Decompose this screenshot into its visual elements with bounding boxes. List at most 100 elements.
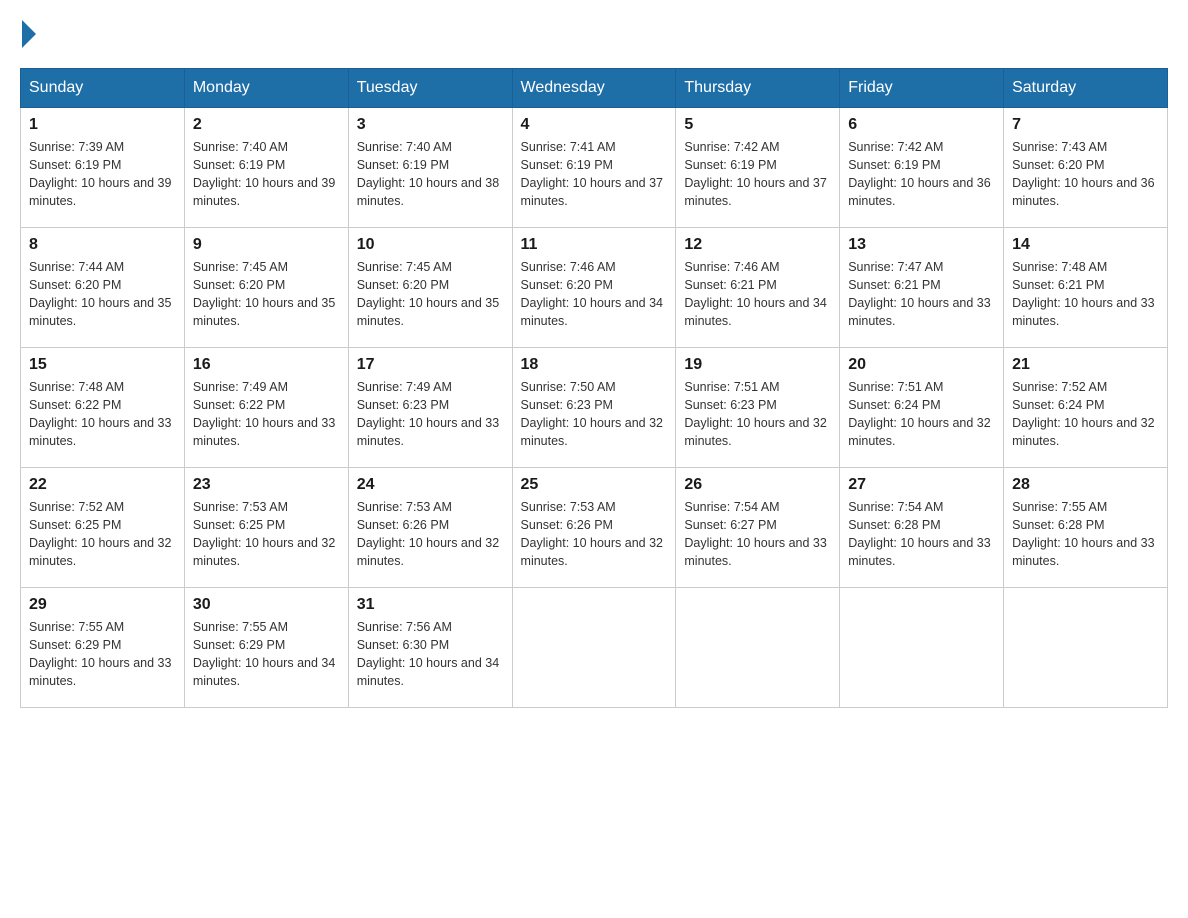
day-info: Sunrise: 7:45 AMSunset: 6:20 PMDaylight:… [357,258,504,331]
calendar-cell: 3 Sunrise: 7:40 AMSunset: 6:19 PMDayligh… [348,108,512,228]
day-number: 10 [357,236,504,254]
calendar-cell: 27 Sunrise: 7:54 AMSunset: 6:28 PMDaylig… [840,468,1004,588]
page-header [20,20,1168,48]
day-number: 25 [521,476,668,494]
day-info: Sunrise: 7:48 AMSunset: 6:21 PMDaylight:… [1012,258,1159,331]
day-info: Sunrise: 7:51 AMSunset: 6:24 PMDaylight:… [848,378,995,451]
calendar-cell: 10 Sunrise: 7:45 AMSunset: 6:20 PMDaylig… [348,228,512,348]
day-info: Sunrise: 7:54 AMSunset: 6:27 PMDaylight:… [684,498,831,571]
day-number: 30 [193,596,340,614]
day-info: Sunrise: 7:42 AMSunset: 6:19 PMDaylight:… [684,138,831,211]
day-info: Sunrise: 7:43 AMSunset: 6:20 PMDaylight:… [1012,138,1159,211]
day-number: 15 [29,356,176,374]
day-info: Sunrise: 7:46 AMSunset: 6:20 PMDaylight:… [521,258,668,331]
calendar-table: SundayMondayTuesdayWednesdayThursdayFrid… [20,68,1168,708]
day-number: 12 [684,236,831,254]
calendar-cell [840,588,1004,708]
calendar-cell: 7 Sunrise: 7:43 AMSunset: 6:20 PMDayligh… [1004,108,1168,228]
day-info: Sunrise: 7:39 AMSunset: 6:19 PMDaylight:… [29,138,176,211]
calendar-cell: 20 Sunrise: 7:51 AMSunset: 6:24 PMDaylig… [840,348,1004,468]
calendar-week-row: 15 Sunrise: 7:48 AMSunset: 6:22 PMDaylig… [21,348,1168,468]
day-info: Sunrise: 7:55 AMSunset: 6:28 PMDaylight:… [1012,498,1159,571]
calendar-header-tuesday: Tuesday [348,69,512,108]
day-info: Sunrise: 7:40 AMSunset: 6:19 PMDaylight:… [357,138,504,211]
calendar-header-row: SundayMondayTuesdayWednesdayThursdayFrid… [21,69,1168,108]
day-number: 4 [521,116,668,134]
logo-arrow-icon [22,20,36,48]
day-info: Sunrise: 7:41 AMSunset: 6:19 PMDaylight:… [521,138,668,211]
calendar-cell: 28 Sunrise: 7:55 AMSunset: 6:28 PMDaylig… [1004,468,1168,588]
calendar-cell: 19 Sunrise: 7:51 AMSunset: 6:23 PMDaylig… [676,348,840,468]
calendar-cell: 17 Sunrise: 7:49 AMSunset: 6:23 PMDaylig… [348,348,512,468]
day-number: 22 [29,476,176,494]
day-number: 24 [357,476,504,494]
day-info: Sunrise: 7:51 AMSunset: 6:23 PMDaylight:… [684,378,831,451]
day-info: Sunrise: 7:48 AMSunset: 6:22 PMDaylight:… [29,378,176,451]
day-info: Sunrise: 7:49 AMSunset: 6:22 PMDaylight:… [193,378,340,451]
calendar-cell: 1 Sunrise: 7:39 AMSunset: 6:19 PMDayligh… [21,108,185,228]
day-number: 31 [357,596,504,614]
calendar-cell: 31 Sunrise: 7:56 AMSunset: 6:30 PMDaylig… [348,588,512,708]
calendar-header-thursday: Thursday [676,69,840,108]
day-info: Sunrise: 7:40 AMSunset: 6:19 PMDaylight:… [193,138,340,211]
day-number: 3 [357,116,504,134]
calendar-header-sunday: Sunday [21,69,185,108]
day-number: 23 [193,476,340,494]
calendar-cell: 12 Sunrise: 7:46 AMSunset: 6:21 PMDaylig… [676,228,840,348]
calendar-cell: 15 Sunrise: 7:48 AMSunset: 6:22 PMDaylig… [21,348,185,468]
calendar-cell: 25 Sunrise: 7:53 AMSunset: 6:26 PMDaylig… [512,468,676,588]
calendar-cell: 13 Sunrise: 7:47 AMSunset: 6:21 PMDaylig… [840,228,1004,348]
day-number: 27 [848,476,995,494]
day-number: 5 [684,116,831,134]
calendar-cell: 18 Sunrise: 7:50 AMSunset: 6:23 PMDaylig… [512,348,676,468]
calendar-cell [512,588,676,708]
calendar-week-row: 8 Sunrise: 7:44 AMSunset: 6:20 PMDayligh… [21,228,1168,348]
calendar-cell: 16 Sunrise: 7:49 AMSunset: 6:22 PMDaylig… [184,348,348,468]
day-number: 21 [1012,356,1159,374]
day-number: 28 [1012,476,1159,494]
day-number: 6 [848,116,995,134]
calendar-cell [1004,588,1168,708]
day-info: Sunrise: 7:53 AMSunset: 6:26 PMDaylight:… [521,498,668,571]
logo [20,20,38,48]
calendar-cell: 2 Sunrise: 7:40 AMSunset: 6:19 PMDayligh… [184,108,348,228]
calendar-cell: 30 Sunrise: 7:55 AMSunset: 6:29 PMDaylig… [184,588,348,708]
calendar-cell: 8 Sunrise: 7:44 AMSunset: 6:20 PMDayligh… [21,228,185,348]
calendar-cell: 29 Sunrise: 7:55 AMSunset: 6:29 PMDaylig… [21,588,185,708]
calendar-cell: 21 Sunrise: 7:52 AMSunset: 6:24 PMDaylig… [1004,348,1168,468]
calendar-header-wednesday: Wednesday [512,69,676,108]
calendar-week-row: 22 Sunrise: 7:52 AMSunset: 6:25 PMDaylig… [21,468,1168,588]
day-info: Sunrise: 7:44 AMSunset: 6:20 PMDaylight:… [29,258,176,331]
day-info: Sunrise: 7:49 AMSunset: 6:23 PMDaylight:… [357,378,504,451]
day-number: 26 [684,476,831,494]
day-info: Sunrise: 7:55 AMSunset: 6:29 PMDaylight:… [193,618,340,691]
day-info: Sunrise: 7:46 AMSunset: 6:21 PMDaylight:… [684,258,831,331]
calendar-cell: 14 Sunrise: 7:48 AMSunset: 6:21 PMDaylig… [1004,228,1168,348]
calendar-cell: 4 Sunrise: 7:41 AMSunset: 6:19 PMDayligh… [512,108,676,228]
day-info: Sunrise: 7:53 AMSunset: 6:25 PMDaylight:… [193,498,340,571]
day-info: Sunrise: 7:56 AMSunset: 6:30 PMDaylight:… [357,618,504,691]
day-info: Sunrise: 7:52 AMSunset: 6:25 PMDaylight:… [29,498,176,571]
calendar-cell: 6 Sunrise: 7:42 AMSunset: 6:19 PMDayligh… [840,108,1004,228]
day-info: Sunrise: 7:42 AMSunset: 6:19 PMDaylight:… [848,138,995,211]
calendar-cell: 26 Sunrise: 7:54 AMSunset: 6:27 PMDaylig… [676,468,840,588]
day-number: 8 [29,236,176,254]
day-info: Sunrise: 7:50 AMSunset: 6:23 PMDaylight:… [521,378,668,451]
day-info: Sunrise: 7:47 AMSunset: 6:21 PMDaylight:… [848,258,995,331]
calendar-cell: 5 Sunrise: 7:42 AMSunset: 6:19 PMDayligh… [676,108,840,228]
calendar-week-row: 29 Sunrise: 7:55 AMSunset: 6:29 PMDaylig… [21,588,1168,708]
day-info: Sunrise: 7:52 AMSunset: 6:24 PMDaylight:… [1012,378,1159,451]
day-number: 17 [357,356,504,374]
day-number: 7 [1012,116,1159,134]
day-info: Sunrise: 7:45 AMSunset: 6:20 PMDaylight:… [193,258,340,331]
day-number: 13 [848,236,995,254]
calendar-header-monday: Monday [184,69,348,108]
calendar-cell: 23 Sunrise: 7:53 AMSunset: 6:25 PMDaylig… [184,468,348,588]
calendar-week-row: 1 Sunrise: 7:39 AMSunset: 6:19 PMDayligh… [21,108,1168,228]
calendar-cell [676,588,840,708]
day-number: 16 [193,356,340,374]
calendar-header-saturday: Saturday [1004,69,1168,108]
day-number: 20 [848,356,995,374]
day-info: Sunrise: 7:53 AMSunset: 6:26 PMDaylight:… [357,498,504,571]
day-info: Sunrise: 7:55 AMSunset: 6:29 PMDaylight:… [29,618,176,691]
